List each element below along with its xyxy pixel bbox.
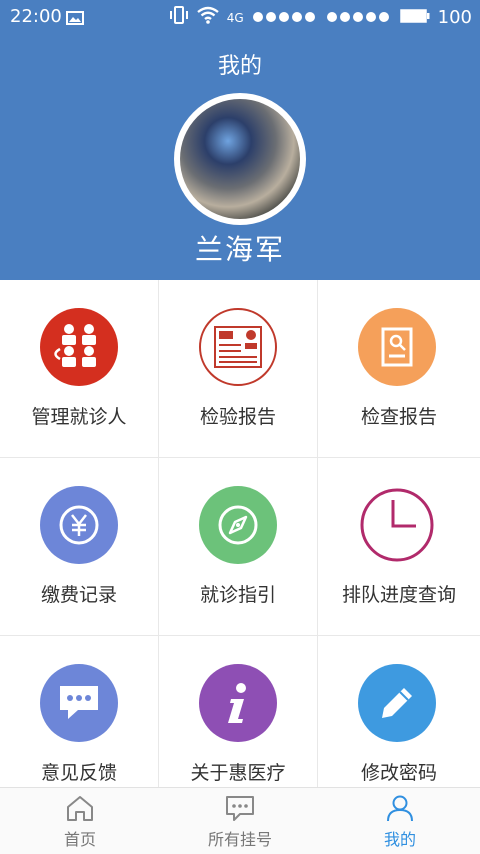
tab-label: 首页 — [63, 830, 96, 849]
status-time: 22:00 — [10, 6, 62, 27]
signal-dots-icon — [252, 7, 318, 28]
page-title: 我的 — [217, 54, 262, 79]
lab-report-icon — [199, 308, 277, 386]
user-icon — [384, 794, 416, 822]
menu-item-payment-records[interactable]: 缴费记录 — [0, 458, 159, 636]
menu-item-label: 就诊指引 — [199, 584, 276, 606]
menu-item-label: 意见反馈 — [40, 762, 117, 784]
menu-item-label: 缴费记录 — [40, 584, 117, 606]
network-type: 4G — [226, 10, 244, 25]
menu-item-label: 排队进度查询 — [341, 584, 456, 606]
tab-all-registrations[interactable]: 所有挂号 — [160, 788, 320, 854]
clock-icon — [358, 486, 436, 564]
tab-label: 所有挂号 — [207, 830, 272, 849]
tab-label: 我的 — [383, 830, 416, 849]
menu-item-about[interactable]: 关于惠医疗 — [159, 636, 318, 787]
menu-item-lab-report[interactable]: 检验报告 — [159, 280, 318, 458]
battery-icon — [399, 7, 430, 28]
menu-item-label: 管理就诊人 — [31, 406, 127, 428]
battery-level: 100 — [437, 7, 472, 28]
vibrate-icon — [169, 6, 189, 29]
wifi-icon — [196, 6, 219, 29]
home-icon — [64, 794, 96, 822]
user-name: 兰海军 — [194, 233, 285, 266]
menu-item-manage-patients[interactable]: 管理就诊人 — [0, 280, 159, 458]
menu-item-exam-report[interactable]: 检查报告 — [318, 280, 480, 458]
info-icon — [199, 664, 277, 742]
image-notification-icon — [66, 9, 84, 25]
menu-item-label: 关于惠医疗 — [190, 762, 286, 784]
menu-item-label: 检查报告 — [360, 406, 437, 428]
tab-mine[interactable]: 我的 — [320, 788, 480, 854]
message-icon — [224, 794, 256, 822]
patients-group-icon — [40, 308, 118, 386]
exam-report-icon — [358, 308, 436, 386]
chat-feedback-icon — [40, 664, 118, 742]
menu-item-label: 检验报告 — [199, 406, 276, 428]
signal-dots-icon-2 — [326, 7, 392, 28]
menu-item-feedback[interactable]: 意见反馈 — [0, 636, 159, 787]
yuan-payment-icon — [40, 486, 118, 564]
pencil-icon — [358, 664, 436, 742]
profile-header: 22:00 4G 100 我的 兰海军 — [0, 0, 480, 280]
menu-item-visit-guide[interactable]: 就诊指引 — [159, 458, 318, 636]
avatar[interactable] — [180, 99, 300, 219]
menu-item-queue-progress[interactable]: 排队进度查询 — [318, 458, 480, 636]
menu-item-change-password[interactable]: 修改密码 — [318, 636, 480, 787]
status-indicators: 4G 100 — [169, 6, 472, 29]
compass-icon — [199, 486, 277, 564]
tab-home[interactable]: 首页 — [0, 788, 160, 854]
status-bar: 22:00 4G 100 — [0, 0, 480, 34]
bottom-tab-bar: 首页 所有挂号 我的 — [0, 787, 480, 854]
menu-grid: 管理就诊人 检验报告 检查报告 缴费记录 就诊指引 排队进度查询 意见反馈 关于… — [0, 280, 480, 787]
menu-item-label: 修改密码 — [360, 762, 437, 784]
